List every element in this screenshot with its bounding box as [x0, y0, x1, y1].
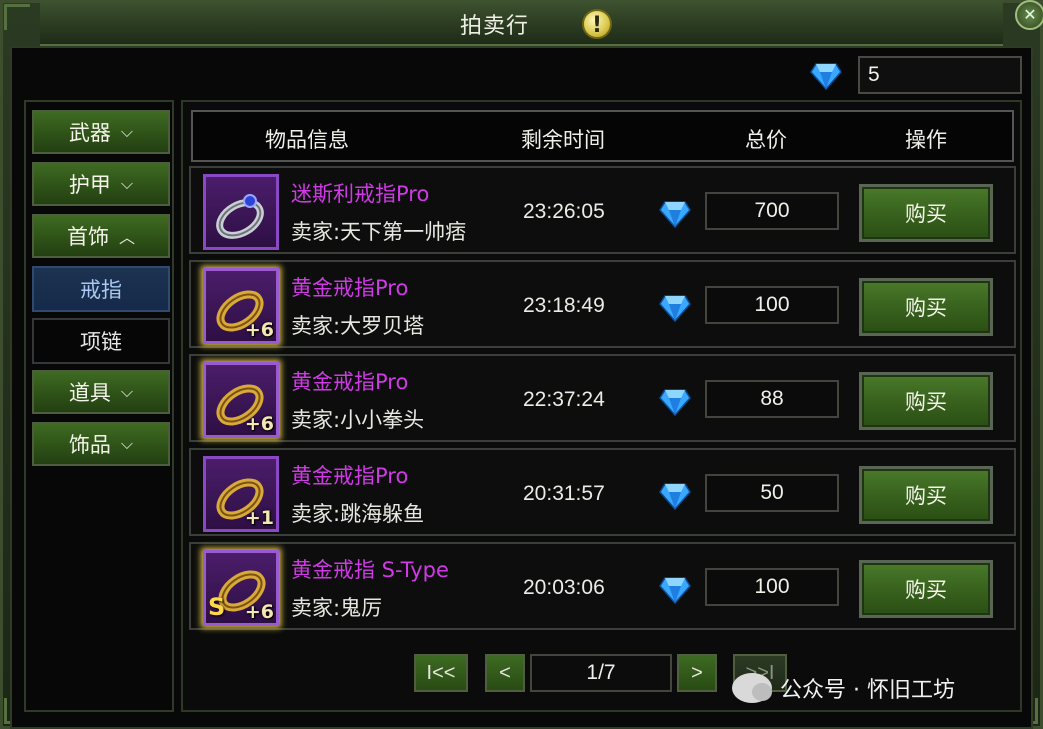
item-name: 黄金戒指Pro: [291, 464, 409, 488]
buy-button[interactable]: 购买: [859, 466, 993, 524]
time-left: 23:18:49: [523, 294, 605, 317]
category-label: 饰品: [68, 433, 111, 457]
enhance-level: +1: [244, 507, 274, 529]
subcategory-necklaces[interactable]: 项链: [32, 318, 170, 364]
wechat-logo-icon: [732, 673, 772, 703]
table-row: +6 黄金戒指Pro 卖家:大罗贝塔 23:18:49 100 购买: [189, 260, 1016, 348]
buy-button[interactable]: 购买: [859, 560, 993, 618]
chevron-down-icon: ⌵: [120, 174, 134, 193]
price-value: 50: [705, 474, 839, 512]
time-left: 20:03:06: [523, 576, 605, 599]
diamond-icon: [659, 294, 691, 323]
header-item-info: 物品信息: [265, 128, 349, 152]
category-sidebar: 武器 ⌵ 护甲 ⌵ 首饰 ︿ 戒指 项链 道具 ⌵ 饰品 ⌵: [24, 100, 174, 712]
close-icon[interactable]: ✕: [1015, 0, 1043, 30]
page-indicator: 1/7: [530, 654, 672, 692]
gold-ring-icon[interactable]: +6: [203, 362, 279, 438]
table-row: 迷斯利戒指Pro 卖家:天下第一帅痞 23:26:05 700 购买: [189, 166, 1016, 254]
category-weapons[interactable]: 武器 ⌵: [32, 110, 170, 154]
gold-ring-icon[interactable]: S +6: [203, 550, 279, 626]
header-time-left: 剩余时间: [521, 128, 605, 152]
item-name: 黄金戒指Pro: [291, 370, 409, 394]
enhance-level: +6: [244, 319, 274, 341]
price-value: 100: [705, 568, 839, 606]
table-header: 物品信息 剩余时间 总价 操作: [191, 110, 1014, 162]
seller-name: 卖家:跳海躲鱼: [291, 502, 425, 526]
header-total-price: 总价: [745, 128, 787, 152]
item-name: 迷斯利戒指Pro: [291, 182, 430, 206]
subcategory-label: 戒指: [80, 278, 122, 302]
gold-ring-icon[interactable]: +1: [203, 456, 279, 532]
watermark: 公众号 · 怀旧工坊: [732, 672, 955, 704]
watermark-text: 公众号 · 怀旧工坊: [780, 678, 955, 703]
category-items[interactable]: 道具 ⌵: [32, 370, 170, 414]
chevron-down-icon: ⌵: [120, 122, 134, 141]
chevron-up-icon: ︿: [118, 228, 135, 247]
chevron-down-icon: ⌵: [120, 382, 134, 401]
subcategory-label: 项链: [80, 330, 122, 354]
diamond-icon: [659, 200, 691, 229]
table-row: +1 黄金戒指Pro 卖家:跳海躲鱼 20:31:57 50 购买: [189, 448, 1016, 536]
exclamation-icon[interactable]: !: [582, 9, 612, 39]
currency-amount: 5: [858, 56, 1022, 94]
diamond-icon: [659, 388, 691, 417]
category-label: 护甲: [68, 173, 111, 197]
buy-button[interactable]: 购买: [859, 184, 993, 242]
time-left: 20:31:57: [523, 482, 605, 505]
s-type-badge: S: [208, 593, 226, 621]
subcategory-rings[interactable]: 戒指: [32, 266, 170, 312]
time-left: 23:26:05: [523, 200, 605, 223]
seller-name: 卖家:鬼厉: [291, 596, 383, 620]
diamond-icon: [810, 62, 842, 91]
auction-table: 物品信息 剩余时间 总价 操作 迷斯利戒指Pro 卖家:天下第一帅痞 23:26…: [181, 100, 1022, 712]
table-row: S +6 黄金戒指 S-Type 卖家:鬼厉 20:03:06 100 购买: [189, 542, 1016, 630]
first-page-button[interactable]: I<<: [414, 654, 468, 692]
diamond-icon: [659, 576, 691, 605]
item-name: 黄金戒指Pro: [291, 276, 409, 300]
time-left: 22:37:24: [523, 388, 605, 411]
silver-sapphire-ring-icon[interactable]: [203, 174, 279, 250]
category-armor[interactable]: 护甲 ⌵: [32, 162, 170, 206]
next-page-button[interactable]: >: [677, 654, 717, 692]
item-name: 黄金戒指 S-Type: [291, 558, 449, 582]
buy-button[interactable]: 购买: [859, 278, 993, 336]
table-row: +6 黄金戒指Pro 卖家:小小拳头 22:37:24 88 购买: [189, 354, 1016, 442]
category-label: 道具: [68, 381, 111, 405]
price-value: 88: [705, 380, 839, 418]
diamond-icon: [659, 482, 691, 511]
category-accessories[interactable]: 饰品 ⌵: [32, 422, 170, 466]
price-value: 100: [705, 286, 839, 324]
frame-corner-ornament: [4, 4, 30, 30]
price-value: 700: [705, 192, 839, 230]
category-label: 武器: [68, 121, 111, 145]
seller-name: 卖家:天下第一帅痞: [291, 220, 467, 244]
enhance-level: +6: [244, 413, 274, 435]
buy-button[interactable]: 购买: [859, 372, 993, 430]
gold-ring-icon[interactable]: +6: [203, 268, 279, 344]
header-action: 操作: [905, 128, 947, 152]
prev-page-button[interactable]: <: [485, 654, 525, 692]
seller-name: 卖家:大罗贝塔: [291, 314, 425, 338]
enhance-level: +6: [244, 601, 274, 623]
category-label: 首饰: [66, 225, 109, 249]
chevron-down-icon: ⌵: [120, 434, 134, 453]
category-jewelry[interactable]: 首饰 ︿: [32, 214, 170, 258]
seller-name: 卖家:小小拳头: [291, 408, 425, 432]
window-title: 拍卖行: [460, 14, 530, 39]
